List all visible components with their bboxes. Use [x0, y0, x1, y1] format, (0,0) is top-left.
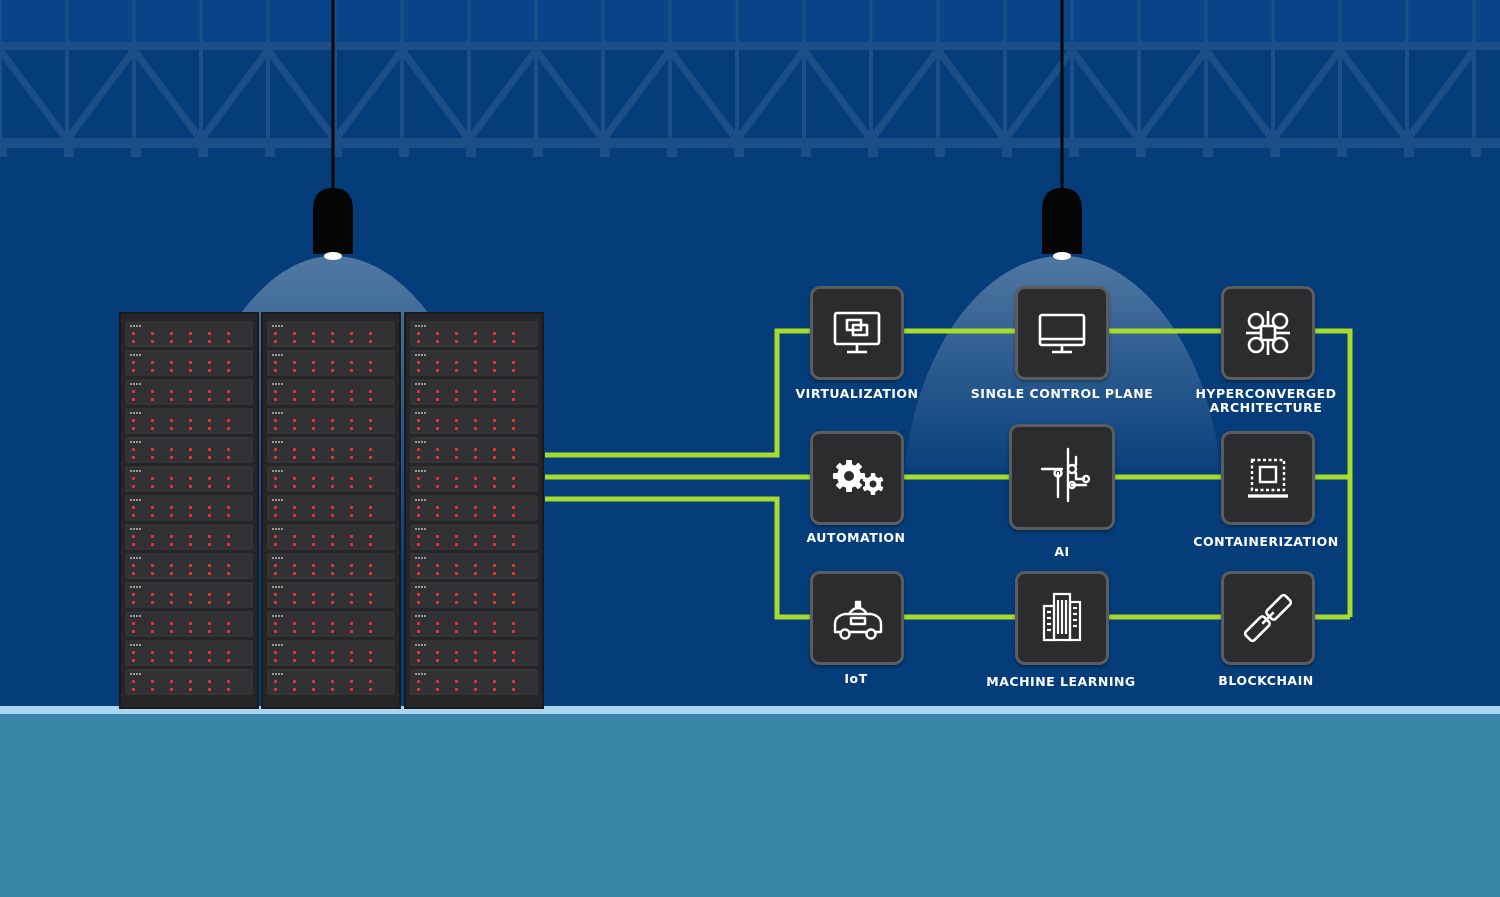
machine-learning-label: MACHINE LEARNING	[986, 674, 1136, 689]
hyperconverged-label-line2: ARCHITECTURE	[1209, 400, 1323, 415]
iot-label: IoT	[844, 671, 868, 686]
gears-icon	[833, 460, 884, 495]
server-unit	[267, 495, 395, 521]
server-unit	[410, 640, 538, 666]
monitor-icon	[1038, 313, 1086, 354]
ai-tile[interactable]	[1009, 424, 1115, 530]
server-unit	[125, 553, 253, 579]
server-unit	[267, 437, 395, 463]
server-unit	[267, 408, 395, 434]
server-unit	[410, 524, 538, 550]
node-cluster-icon	[1246, 311, 1290, 355]
automation-tile[interactable]	[810, 431, 904, 525]
server-unit	[410, 321, 538, 347]
server-unit	[125, 408, 253, 434]
server-unit	[410, 611, 538, 637]
server-unit	[267, 553, 395, 579]
server-unit	[267, 582, 395, 608]
single-control-plane-tile[interactable]	[1015, 286, 1109, 380]
autonomous-car-icon	[833, 600, 883, 640]
server-unit	[267, 379, 395, 405]
server-unit	[267, 321, 395, 347]
server-unit	[267, 669, 395, 695]
automation-label: AUTOMATION	[806, 530, 906, 545]
virtualization-icon	[833, 311, 881, 354]
ai-label: AI	[1054, 544, 1070, 559]
server-unit	[125, 321, 253, 347]
server-rack-3	[404, 312, 544, 709]
server-unit	[125, 350, 253, 376]
server-unit	[410, 495, 538, 521]
server-unit	[125, 495, 253, 521]
iot-tile[interactable]	[810, 571, 904, 665]
datacenter-scene: VIRTUALIZATION SINGLE CONTROL PLANE HYPE…	[0, 0, 1500, 897]
containerization-tile[interactable]	[1221, 431, 1315, 525]
server-unit	[125, 466, 253, 492]
server-unit	[267, 640, 395, 666]
server-unit	[267, 524, 395, 550]
server-rack-1	[119, 312, 259, 709]
container-icon	[1248, 458, 1288, 498]
blockchain-tile[interactable]	[1221, 571, 1315, 665]
server-unit	[125, 611, 253, 637]
server-unit	[410, 466, 538, 492]
virtualization-tile[interactable]	[810, 286, 904, 380]
hyperconverged-architecture-tile[interactable]	[1221, 286, 1315, 380]
server-unit	[410, 437, 538, 463]
server-unit	[267, 350, 395, 376]
blockchain-label: BLOCKCHAIN	[1218, 673, 1314, 688]
hyperconverged-architecture-label: HYPERCONVERGED ARCHITECTURE	[1195, 387, 1336, 415]
server-unit	[410, 553, 538, 579]
server-unit	[410, 669, 538, 695]
server-unit	[410, 582, 538, 608]
virtualization-label: VIRTUALIZATION	[795, 386, 919, 401]
server-unit	[410, 379, 538, 405]
server-unit	[125, 524, 253, 550]
server-unit	[125, 640, 253, 666]
server-unit	[125, 582, 253, 608]
chain-link-icon	[1243, 593, 1293, 643]
single-control-plane-label: SINGLE CONTROL PLANE	[970, 386, 1154, 401]
server-unit	[125, 379, 253, 405]
server-unit	[410, 408, 538, 434]
server-unit	[267, 611, 395, 637]
circuit-icon	[1040, 447, 1091, 503]
server-rack-2	[261, 312, 401, 709]
containerization-label: CONTAINERIZATION	[1193, 534, 1339, 549]
server-unit	[125, 669, 253, 695]
server-unit	[125, 437, 253, 463]
hyperconverged-label-line1: HYPERCONVERGED	[1195, 386, 1337, 401]
buildings-icon	[1042, 592, 1082, 642]
server-unit	[267, 466, 395, 492]
machine-learning-tile[interactable]	[1015, 571, 1109, 665]
server-unit	[410, 350, 538, 376]
